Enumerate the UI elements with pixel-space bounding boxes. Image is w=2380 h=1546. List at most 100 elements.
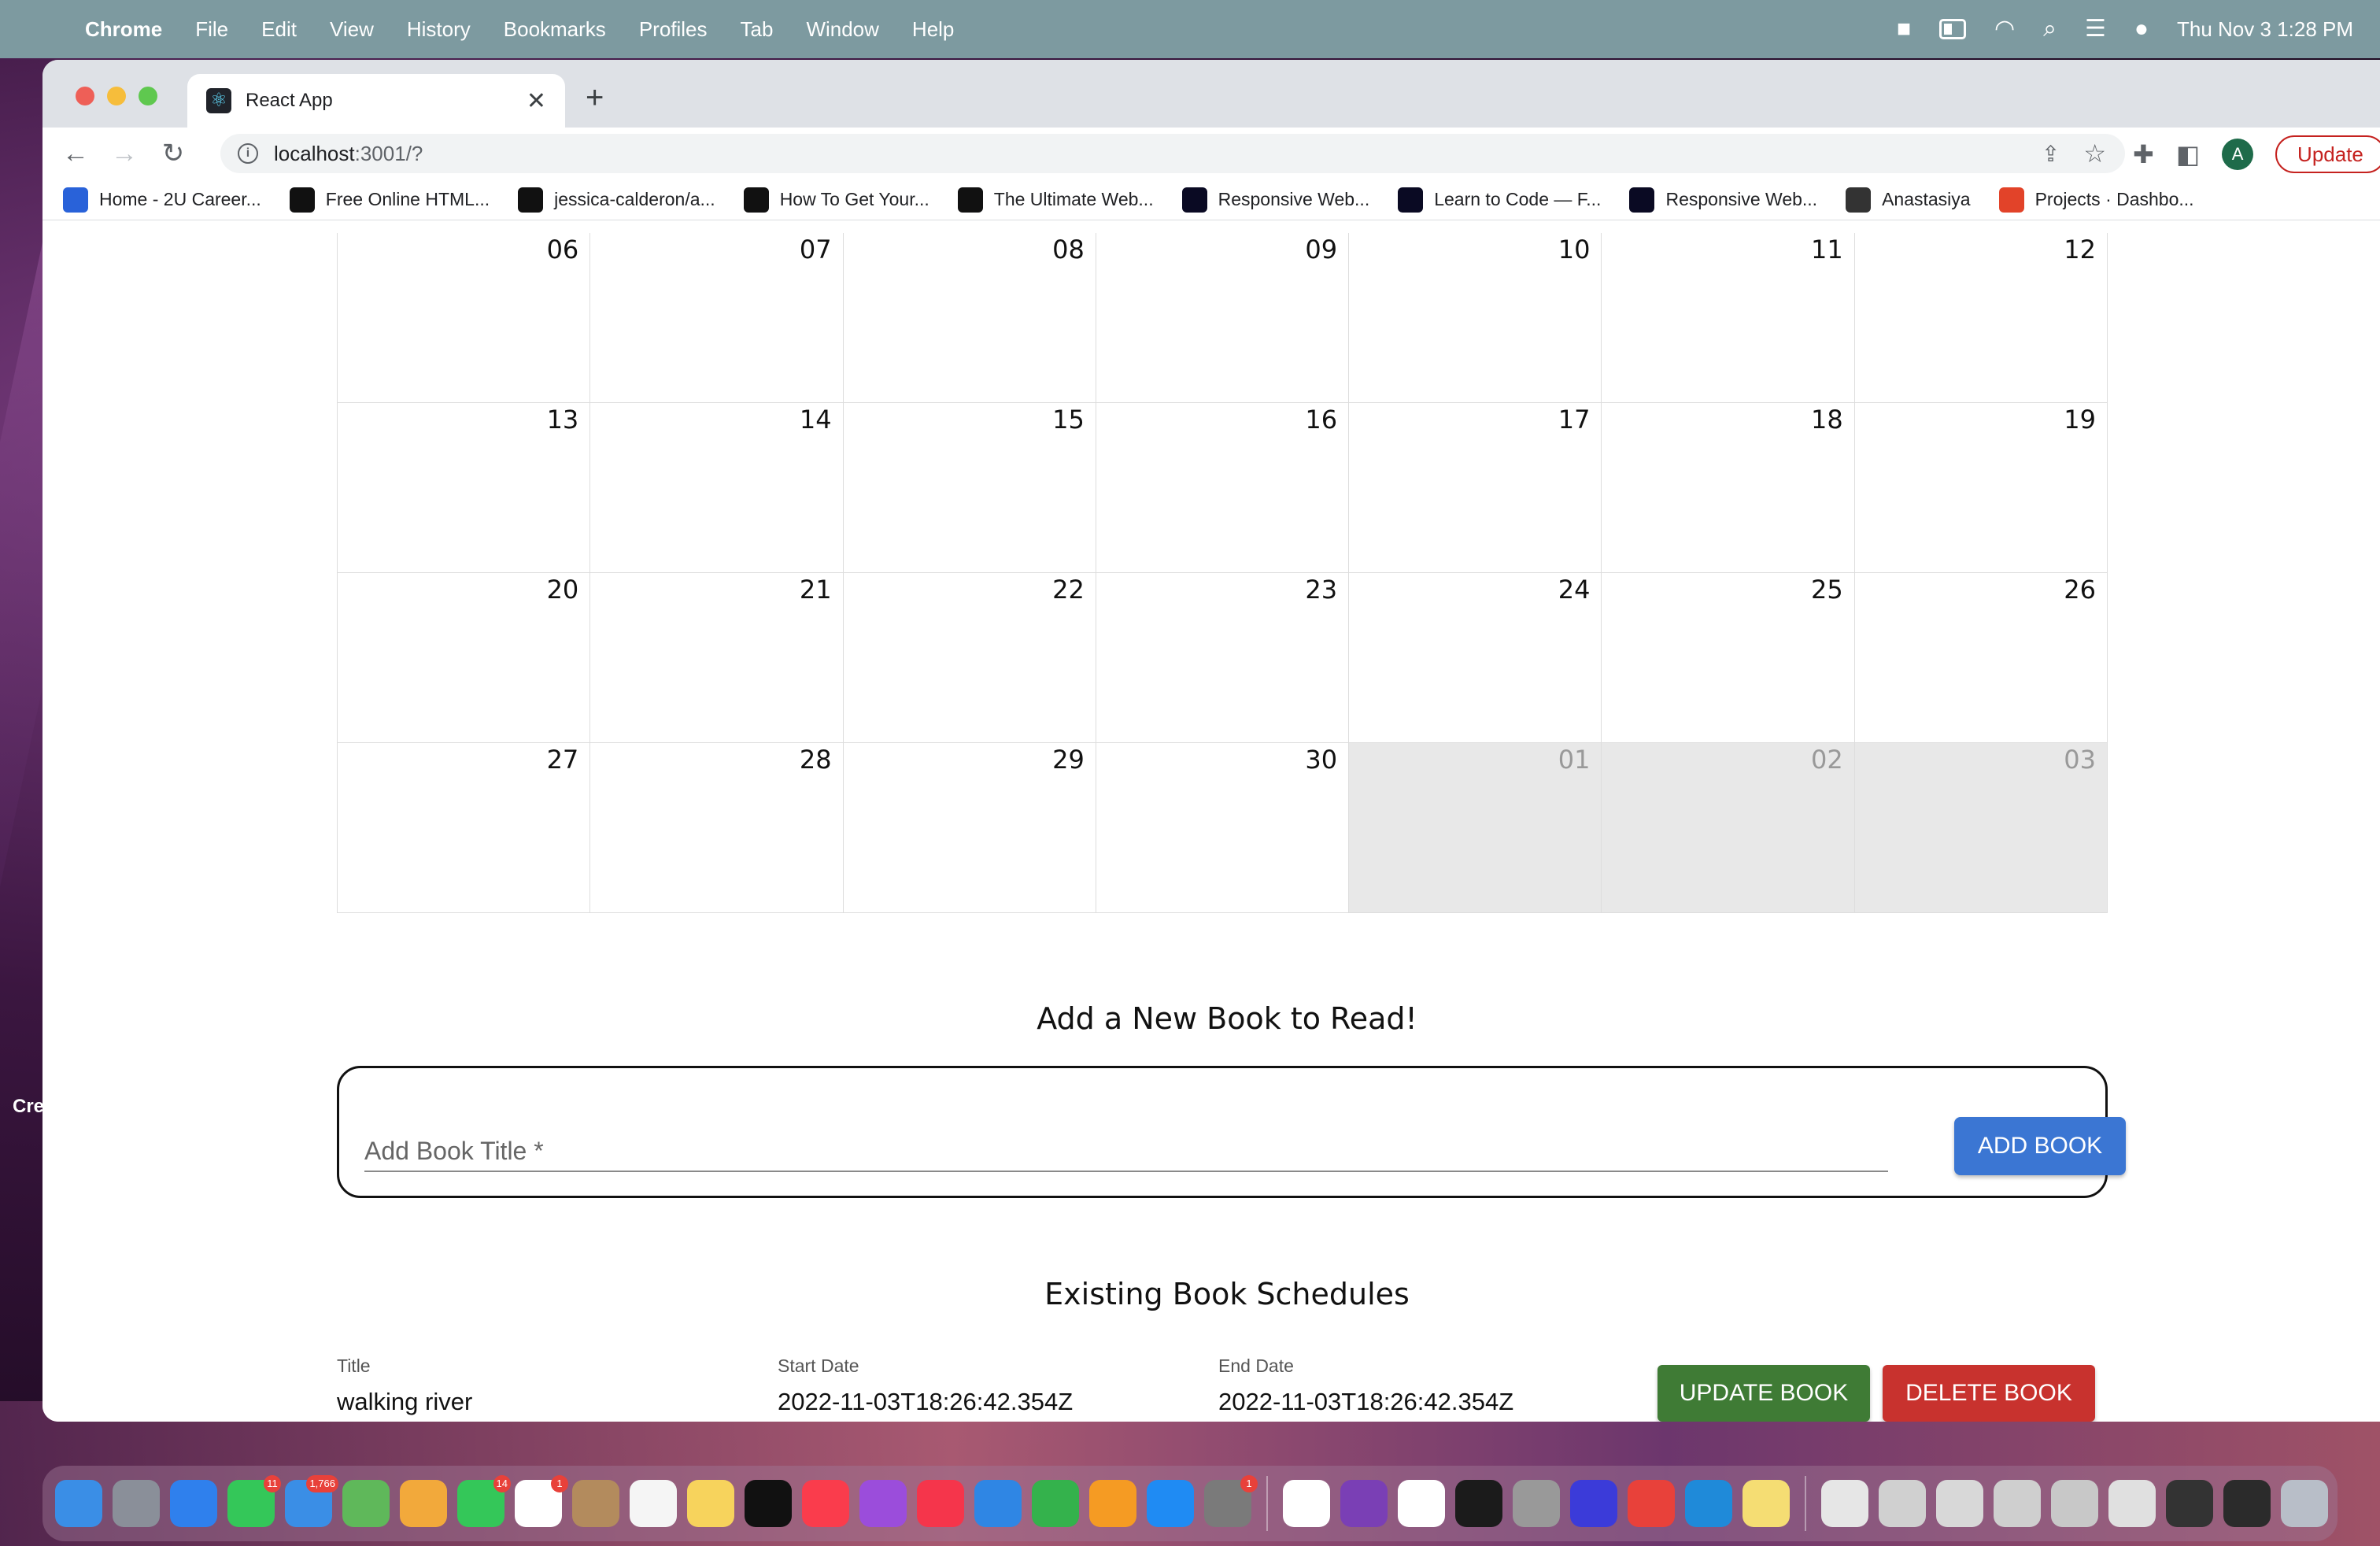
calendar-day-cell[interactable]: 06 <box>338 233 591 403</box>
zoom-window-button[interactable] <box>139 87 157 105</box>
menu-tab[interactable]: Tab <box>741 17 774 42</box>
bookmark-item[interactable]: Responsive Web... <box>1181 187 1369 213</box>
calendar-day-cell[interactable]: 16 <box>1096 403 1350 573</box>
dock-doc-4-icon[interactable] <box>1994 1480 2041 1527</box>
calendar-day-cell[interactable]: 21 <box>590 573 844 743</box>
dock-news-icon[interactable] <box>917 1480 964 1527</box>
desktop-item-label[interactable]: Cre <box>13 1096 44 1118</box>
calendar-day-cell[interactable]: 22 <box>843 573 1096 743</box>
dock-onenote-icon[interactable] <box>1340 1480 1388 1527</box>
menu-bookmarks[interactable]: Bookmarks <box>504 17 606 42</box>
calendar-day-cell[interactable]: 24 <box>1349 573 1602 743</box>
menu-edit[interactable]: Edit <box>261 17 297 42</box>
bookmark-item[interactable]: jessica-calderon/a... <box>518 187 715 213</box>
calendar-day-cell[interactable]: 07 <box>590 233 844 403</box>
dock-app-store-icon[interactable] <box>1147 1480 1194 1527</box>
calendar-day-cell[interactable]: 20 <box>338 573 591 743</box>
update-chrome-button[interactable]: Update <box>2275 135 2380 173</box>
back-icon[interactable]: ← <box>60 139 91 169</box>
calendar-day-cell[interactable]: 23 <box>1096 573 1350 743</box>
dock-maps-icon[interactable] <box>342 1480 390 1527</box>
dock-reminders-icon[interactable] <box>630 1480 677 1527</box>
menu-help[interactable]: Help <box>912 17 954 42</box>
calendar-day-cell[interactable]: 09 <box>1096 233 1350 403</box>
calendar-day-cell[interactable]: 25 <box>1602 573 1855 743</box>
tab-react-app[interactable]: ⚛ React App ✕ <box>187 74 565 128</box>
dock-pages-icon[interactable] <box>1089 1480 1136 1527</box>
close-window-button[interactable] <box>76 87 94 105</box>
bookmark-item[interactable]: Projects · Dashbo... <box>1998 187 2194 213</box>
calendar-day-cell[interactable]: 03 <box>1854 743 2108 913</box>
calendar-day-cell[interactable]: 18 <box>1602 403 1855 573</box>
calendar-day-cell[interactable]: 10 <box>1349 233 1602 403</box>
dock-chrome-icon[interactable] <box>1398 1480 1445 1527</box>
menu-profiles[interactable]: Profiles <box>639 17 708 42</box>
add-book-button[interactable]: ADD BOOK <box>1954 1117 2126 1175</box>
menu-history[interactable]: History <box>407 17 471 42</box>
dock-doc-5-icon[interactable] <box>2051 1480 2098 1527</box>
dock-system-preferences-icon[interactable]: 1 <box>1204 1475 1258 1527</box>
end-date-field[interactable]: End Date 2022-11-03T18:26:42.354Z <box>1218 1356 1634 1422</box>
address-bar[interactable]: i localhost :3001/? ⇪ ☆ <box>220 134 2125 173</box>
end-date-value[interactable]: 2022-11-03T18:26:42.354Z <box>1218 1388 1634 1422</box>
calendar-day-cell[interactable]: 27 <box>338 743 591 913</box>
reload-icon[interactable]: ↻ <box>157 138 189 169</box>
calendar-day-cell[interactable]: 26 <box>1854 573 2108 743</box>
wifi-icon[interactable]: ◠ <box>1994 17 2015 41</box>
bookmark-item[interactable]: The Ultimate Web... <box>957 187 1154 213</box>
dock-tv-icon[interactable] <box>745 1480 792 1527</box>
dock-window-1-icon[interactable] <box>2166 1480 2213 1527</box>
dock-messages-icon[interactable]: 11 <box>227 1475 281 1527</box>
bookmark-item[interactable]: Responsive Web... <box>1629 187 1817 213</box>
menu-window[interactable]: Window <box>806 17 878 42</box>
dock-notes-icon[interactable] <box>687 1480 734 1527</box>
book-title-input[interactable] <box>364 1115 1888 1172</box>
dock-mail-icon[interactable]: 1,766 <box>285 1475 338 1527</box>
video-icon[interactable]: ■ <box>1897 17 1911 41</box>
dock-photos-icon[interactable] <box>400 1480 447 1527</box>
dock-contacts-icon[interactable] <box>572 1480 619 1527</box>
dock-slack-icon[interactable] <box>1283 1480 1330 1527</box>
dock-podcasts-icon[interactable] <box>859 1480 907 1527</box>
calendar-day-cell[interactable]: 08 <box>843 233 1096 403</box>
spotlight-search-icon[interactable]: ⌕ <box>2043 17 2057 41</box>
calendar-day-cell[interactable]: 11 <box>1602 233 1855 403</box>
dock-stickies-icon[interactable] <box>1743 1480 1790 1527</box>
siri-icon[interactable]: ● <box>2134 17 2149 41</box>
bookmark-item[interactable]: Home - 2U Career... <box>63 187 261 213</box>
update-book-button[interactable]: UPDATE BOOK <box>1658 1365 1870 1422</box>
bookmark-item[interactable]: How To Get Your... <box>743 187 929 213</box>
calendar-day-cell[interactable]: 28 <box>590 743 844 913</box>
dock-launchpad-icon[interactable] <box>113 1480 160 1527</box>
bookmark-item[interactable]: Free Online HTML... <box>289 187 490 213</box>
calendar-day-cell[interactable]: 17 <box>1349 403 1602 573</box>
dock-numbers-icon[interactable] <box>1032 1480 1079 1527</box>
bookmark-star-icon[interactable]: ☆ <box>2083 139 2106 168</box>
dock-trash-icon[interactable] <box>2281 1480 2328 1527</box>
apple-icon[interactable] <box>27 17 52 42</box>
calendar-day-cell[interactable]: 30 <box>1096 743 1350 913</box>
calendar-day-cell[interactable]: 29 <box>843 743 1096 913</box>
minimize-window-button[interactable] <box>107 87 126 105</box>
dock-doc-3-icon[interactable] <box>1936 1480 1983 1527</box>
menu-file[interactable]: File <box>195 17 228 42</box>
dock-doc-6-icon[interactable] <box>2108 1480 2156 1527</box>
calendar-day-cell[interactable]: 01 <box>1349 743 1602 913</box>
menu-app-name[interactable]: Chrome <box>85 17 162 42</box>
close-tab-icon[interactable]: ✕ <box>527 87 546 115</box>
dock-doc-1-icon[interactable] <box>1821 1480 1868 1527</box>
control-center-icon[interactable]: ☰ <box>2085 17 2106 41</box>
title-value[interactable]: walking river <box>337 1388 752 1422</box>
calendar-day-cell[interactable]: 13 <box>338 403 591 573</box>
calendar-day-cell[interactable]: 14 <box>590 403 844 573</box>
share-icon[interactable]: ⇪ <box>2042 141 2060 167</box>
new-tab-button[interactable]: + <box>586 82 604 113</box>
dock-color-picker-icon[interactable] <box>1513 1480 1560 1527</box>
calendar-day-cell[interactable]: 12 <box>1854 233 2108 403</box>
side-panel-icon[interactable]: ◧ <box>2176 139 2200 169</box>
start-date-field[interactable]: Start Date 2022-11-03T18:26:42.354Z <box>778 1356 1193 1422</box>
calendar-day-cell[interactable]: 02 <box>1602 743 1855 913</box>
site-info-icon[interactable]: i <box>238 143 258 164</box>
dock-finder-icon[interactable] <box>55 1480 102 1527</box>
extensions-icon[interactable]: ✚ <box>2133 139 2154 169</box>
